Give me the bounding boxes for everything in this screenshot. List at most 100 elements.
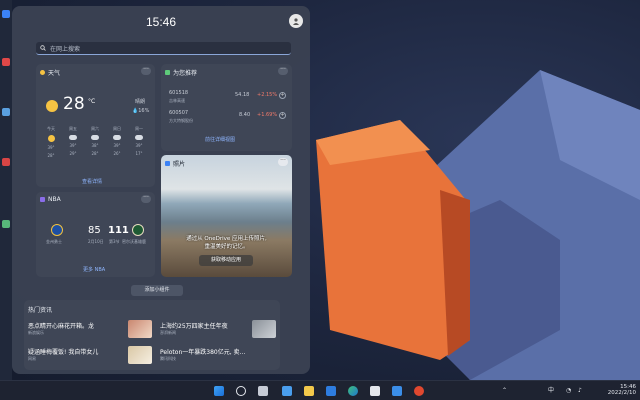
weather-humidity: 💧16% [132,108,150,114]
more-options-button[interactable]: ··· [278,158,288,166]
weather-unit: °C [88,98,96,105]
office-icon[interactable] [370,386,380,396]
stock-price: 54.18 [235,92,250,98]
more-nba-link[interactable]: 更多 NBA [83,266,105,273]
forecast-low: 26° [113,151,121,156]
partly-cloudy-icon [69,135,77,140]
photos-icon [165,161,170,166]
weather-condition: 晴朗 [135,99,146,105]
forecast-high: 39° [113,143,121,148]
task-view-icon[interactable] [258,386,268,396]
forecast-day: 周日 39° 26° [107,126,127,156]
add-stock-button[interactable]: + [279,112,286,119]
stocks-card[interactable]: 为您推荐 ··· 601518 吉林高速 54.18 +2.15% + 6005… [161,64,292,151]
search-input[interactable]: 在网上搜索 [36,42,291,55]
forecast-day-label: 周一 [135,126,143,131]
more-options-button[interactable]: ··· [141,195,151,203]
forecast-day-label: 今天 [47,126,55,131]
add-stock-button[interactable]: + [279,92,286,99]
more-options-button[interactable]: ··· [278,67,288,75]
desktop-icon-strip [0,0,12,380]
sun-icon [47,135,55,142]
news-source: 新浪娱乐 [28,330,44,335]
clock-date: 2022/2/10 [607,390,636,396]
clock[interactable]: 15:46 2022/2/10 [594,384,636,396]
nba-card[interactable]: NBA ··· 金州勇士 85 111 2月10日 第3节 密尔沃基雄鹿 更多 … [36,192,155,277]
news-headline: 疑涵睡梅覆饭! 我自带女儿 [28,349,99,356]
weather-card[interactable]: 天气 ··· 28 °C 晴朗 💧16% 今天 39° 28° 周五 39° 29° 周六 3… [36,64,155,187]
desktop-app-icon[interactable] [2,108,10,116]
weather-details-link[interactable]: 查看详情 [82,178,102,185]
onedrive-icon[interactable] [392,386,402,396]
stock-name: 方大特钢股份 [169,118,193,123]
stock-code: 600507 [169,110,189,116]
volume-icon[interactable]: ♪ [578,381,582,400]
news-source: 澎湃新闻 [160,330,176,335]
weather-title-label: 天气 [48,70,61,77]
input-language[interactable]: 中 [548,381,554,400]
forecast-high: 39° [69,143,77,148]
desktop-app-icon[interactable] [2,58,10,66]
forecast-day: 周五 39° 29° [63,126,83,156]
news-source: 腾讯科技 [160,356,176,361]
news-card[interactable]: 热门资讯 恶点睛开心麻花开箱。龙 新浪娱乐 上海约25万四家主任年夜 澎湃新闻 … [24,300,280,370]
nba-title-label: NBA [48,196,61,203]
edge-icon[interactable] [348,386,358,396]
news-item[interactable]: 恶点睛开心麻花开箱。龙 新浪娱乐 上海约25万四家主任年夜 澎湃新闻 [28,320,276,338]
game-status: 第3节 [109,239,120,244]
forecast-low: 29° [69,151,77,156]
photos-message-line1: 通过从 OneDrive 应用上传照片, [186,236,267,242]
stocks-details-link[interactable]: 前往详细视图 [205,136,235,143]
desktop-app-icon[interactable] [2,220,10,228]
chevron-up-icon[interactable]: ⌃ [502,381,507,400]
stock-price: 8.40 [239,112,251,118]
forecast-day: 周一 39° 17° [129,126,149,156]
humidity-value: 16% [138,108,150,114]
sun-icon [46,100,58,112]
photos-title: 照片 [165,159,185,168]
stock-row[interactable]: 601518 吉林高速 54.18 +2.15% [169,90,279,108]
wifi-icon[interactable]: ◔ [566,381,571,400]
user-icon [293,18,299,25]
stock-change: +2.15% [257,92,278,98]
forecast-day-label: 周日 [113,126,121,131]
stock-code: 601518 [169,90,189,96]
partly-cloudy-icon [135,135,143,140]
search-icon[interactable] [236,386,246,396]
forecast-day-label: 周六 [91,126,99,131]
weather-title: 天气 [40,68,60,77]
news-item[interactable]: 疑涵睡梅覆饭! 我自带女儿 网易 Peloton一年暴跌380亿元, 卖... … [28,346,276,364]
away-team-name: 密尔沃基雄鹿 [122,239,146,244]
stock-row[interactable]: 600507 方大特钢股份 8.40 +1.69% [169,110,279,128]
desktop-app-icon[interactable] [2,10,10,18]
panel-time: 15:46 [145,15,177,29]
forecast-high: 38° [91,143,99,148]
partly-cloudy-icon [91,135,99,140]
news-headline: 恶点睛开心麻花开箱。龙 [28,323,95,330]
photos-card[interactable]: 照片 ··· 通过从 OneDrive 应用上传照片, 重温美好的记忆。 获取移… [161,155,292,277]
get-mobile-app-button[interactable]: 获取移动应用 [199,255,253,266]
sun-icon [40,70,45,75]
forecast-high: 39° [135,143,143,148]
avatar[interactable] [289,14,303,28]
more-options-button[interactable]: ··· [141,67,151,75]
home-team-name: 金州勇士 [46,239,62,244]
windows-icon[interactable] [214,386,224,396]
home-score: 85 [88,225,101,236]
news-source: 网易 [28,356,36,361]
news-thumbnail [128,320,152,338]
desktop-app-icon[interactable] [2,158,10,166]
game-date: 2月10日 [88,239,104,244]
search-placeholder: 在网上搜索 [50,45,81,53]
nba-icon [40,197,45,202]
forecast-day: 今天 39° 28° [41,126,61,158]
stock-change: +1.69% [257,112,278,118]
stock-chart-icon [165,70,170,75]
add-widget-button[interactable]: 添加小组件 [131,285,183,296]
store-icon[interactable] [326,386,336,396]
news-title: 热门资讯 [28,307,53,314]
app-icon[interactable] [414,386,424,396]
photos-message-line2: 重温美好的记忆。 [204,244,249,250]
widgets-icon[interactable] [282,386,292,396]
file-explorer-icon[interactable] [304,386,314,396]
